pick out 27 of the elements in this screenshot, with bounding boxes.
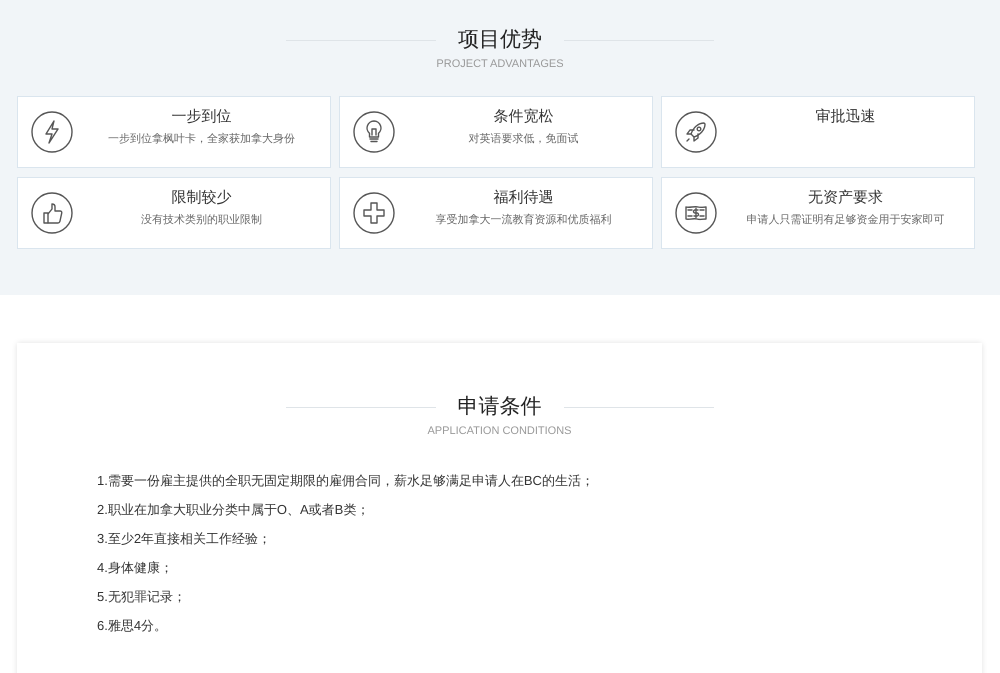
card-description: 申请人只需证明有足够资金用于安家即可 bbox=[746, 213, 944, 227]
condition-item: 5.无犯罪记录； bbox=[97, 589, 187, 605]
card-title: 无资产要求 bbox=[808, 188, 883, 208]
card-title: 一步到位 bbox=[172, 107, 232, 127]
thumbs-up-icon bbox=[31, 192, 73, 234]
condition-item: 6.雅思4分。 bbox=[97, 618, 168, 634]
section-subtitle: APPLICATION CONDITIONS bbox=[427, 425, 572, 437]
condition-item: 2.职业在加拿大职业分类中属于O、A或者B类； bbox=[97, 502, 370, 518]
card-title: 福利待遇 bbox=[494, 188, 554, 208]
card-description: 享受加拿大一流教育资源和优质福利 bbox=[436, 213, 612, 227]
cross-icon bbox=[353, 192, 395, 234]
card-title: 审批迅速 bbox=[816, 107, 876, 127]
card-title: 限制较少 bbox=[172, 188, 232, 208]
condition-item: 3.至少2年直接相关工作经验； bbox=[97, 531, 272, 547]
lightning-icon bbox=[31, 111, 73, 153]
card-title: 条件宽松 bbox=[494, 107, 554, 127]
lightbulb-icon bbox=[353, 111, 395, 153]
rocket-icon bbox=[675, 111, 717, 153]
condition-item: 1.需要一份雇主提供的全职无固定期限的雇佣合同，薪水足够满足申请人在BC的生活； bbox=[97, 473, 595, 489]
card-description: 对英语要求低，免面试 bbox=[468, 132, 578, 146]
section-subtitle: PROJECT ADVANTAGES bbox=[436, 58, 564, 70]
section-title: 申请条件 bbox=[458, 394, 542, 420]
banknote-icon bbox=[675, 192, 717, 234]
card-description: 没有技术类别的职业限制 bbox=[141, 213, 262, 227]
card-description: 一步到位拿枫叶卡，全家获加拿大身份 bbox=[108, 132, 295, 146]
section-title: 项目优势 bbox=[458, 27, 542, 53]
condition-item: 4.身体健康； bbox=[97, 560, 174, 576]
